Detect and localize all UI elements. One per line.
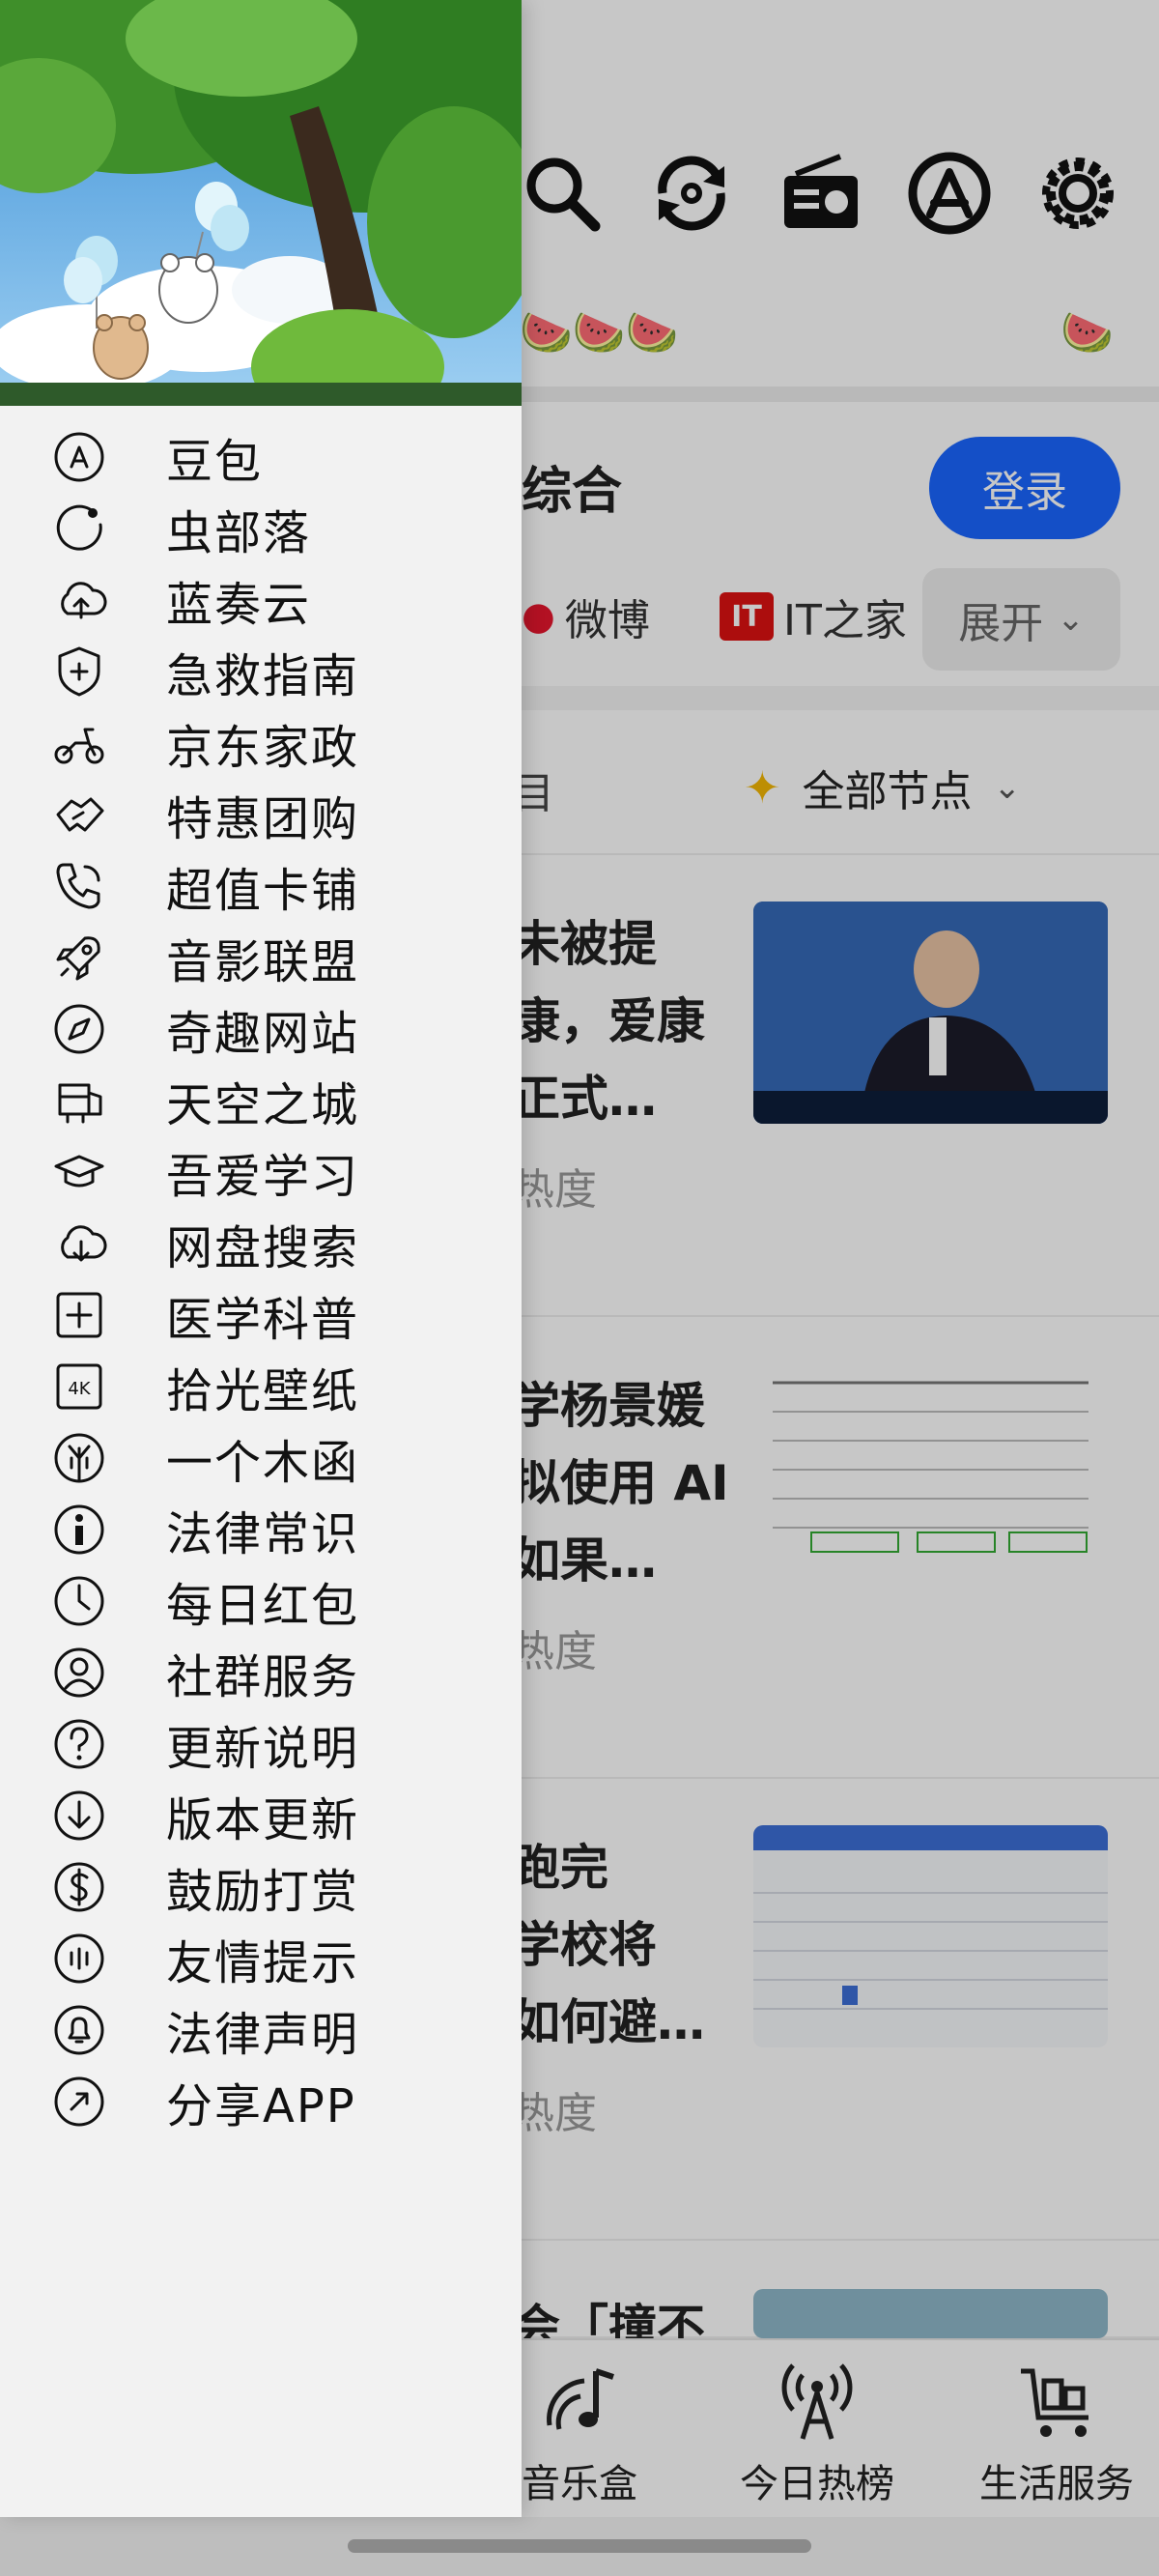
drawer-item-16[interactable]: 法律常识 [0,1494,522,1565]
cloud-download-icon [50,1215,108,1273]
drawer-item-label: 鼓励打赏 [166,1865,360,1919]
drawer-item-label: 豆包 [166,435,264,489]
drawer-item-label: 急救指南 [166,649,360,703]
drawer-item-13[interactable]: 医学科普 [0,1279,522,1351]
drawer-item-19[interactable]: 更新说明 [0,1708,522,1780]
drawer-item-label: 网盘搜索 [166,1221,360,1275]
drawer-item-7[interactable]: 超值卡铺 [0,850,522,922]
question-icon [50,1715,108,1773]
drawer-item-5[interactable]: 京东家政 [0,707,522,779]
sound-wave-icon [50,1930,108,1988]
rocket-icon [50,929,108,987]
plus-square-icon [50,1286,108,1344]
drawer-item-label: 友情提示 [166,1936,360,1990]
clock-icon [50,1572,108,1630]
drawer-item-1[interactable]: 豆包 [0,421,522,493]
drawer-item-label: 法律常识 [166,1507,360,1561]
download-arrow-icon [50,1787,108,1845]
drawer-item-label: 奇趣网站 [166,1007,360,1061]
drawer-item-label: 特惠团购 [166,792,360,846]
drawer-item-label: 社群服务 [166,1650,360,1704]
drawer-item-label: 天空之城 [166,1078,360,1132]
drawer-item-15[interactable]: 一个木函 [0,1422,522,1494]
drawer-item-20[interactable]: 版本更新 [0,1780,522,1851]
drawer-item-3[interactable]: 蓝奏云 [0,564,522,636]
drawer-item-label: 更新说明 [166,1722,360,1776]
drawer-item-22[interactable]: 友情提示 [0,1923,522,1994]
4k-icon: 4K [50,1358,108,1416]
compass-icon [50,1000,108,1058]
drawer-item-4[interactable]: 急救指南 [0,636,522,707]
share-arrow-icon [50,2073,108,2131]
school-bus-icon [50,1072,108,1130]
drawer-header-image [0,0,522,406]
drawer-item-label: 拾光壁纸 [166,1364,360,1418]
graduation-cap-icon [50,1143,108,1201]
bell-icon [50,2001,108,2059]
drawer-item-14[interactable]: 4K 拾光壁纸 [0,1351,522,1422]
drawer-item-label: 一个木函 [166,1436,360,1490]
drawer-item-label: 分享APP [166,2079,356,2133]
drawer-item-6[interactable]: 特惠团购 [0,779,522,850]
circle-dot-icon [50,500,108,558]
scooter-icon [50,714,108,772]
phone-call-icon [50,857,108,915]
drawer-item-label: 蓝奏云 [166,578,312,632]
drawer-item-17[interactable]: 每日红包 [0,1565,522,1637]
drawer-item-2[interactable]: 虫部落 [0,493,522,564]
doubao-icon [50,428,108,486]
drawer-item-label: 超值卡铺 [166,864,360,918]
svg-text:4K: 4K [68,1379,91,1399]
drawer-item-9[interactable]: 奇趣网站 [0,993,522,1065]
drawer-item-12[interactable]: 网盘搜索 [0,1208,522,1279]
user-circle-icon [50,1644,108,1702]
drawer-item-label: 医学科普 [166,1293,360,1347]
side-drawer: 豆包虫部落蓝奏云急救指南京东家政特惠团购超值卡铺音影联盟奇趣网站天空之城吾爱学习… [0,0,522,2517]
handshake-icon [50,786,108,844]
drawer-item-label: 吾爱学习 [166,1150,360,1204]
drawer-item-24[interactable]: 分享APP [0,2066,522,2137]
person-info-icon [50,1501,108,1559]
home-indicator[interactable] [348,2539,811,2553]
dollar-icon [50,1858,108,1916]
drawer-item-23[interactable]: 法律声明 [0,1994,522,2066]
drawer-item-11[interactable]: 吾爱学习 [0,1136,522,1208]
drawer-item-label: 京东家政 [166,721,360,775]
drawer-item-18[interactable]: 社群服务 [0,1637,522,1708]
drawer-item-label: 法律声明 [166,2008,360,2062]
drawer-item-label: 每日红包 [166,1579,360,1633]
shield-plus-icon [50,643,108,701]
drawer-item-21[interactable]: 鼓励打赏 [0,1851,522,1923]
drawer-item-label: 虫部落 [166,506,312,560]
drawer-item-label: 音影联盟 [166,935,360,989]
drawer-item-10[interactable]: 天空之城 [0,1065,522,1136]
tree-icon [50,1429,108,1487]
cloud-upload-icon [50,571,108,629]
drawer-item-8[interactable]: 音影联盟 [0,922,522,993]
drawer-item-label: 版本更新 [166,1793,360,1847]
